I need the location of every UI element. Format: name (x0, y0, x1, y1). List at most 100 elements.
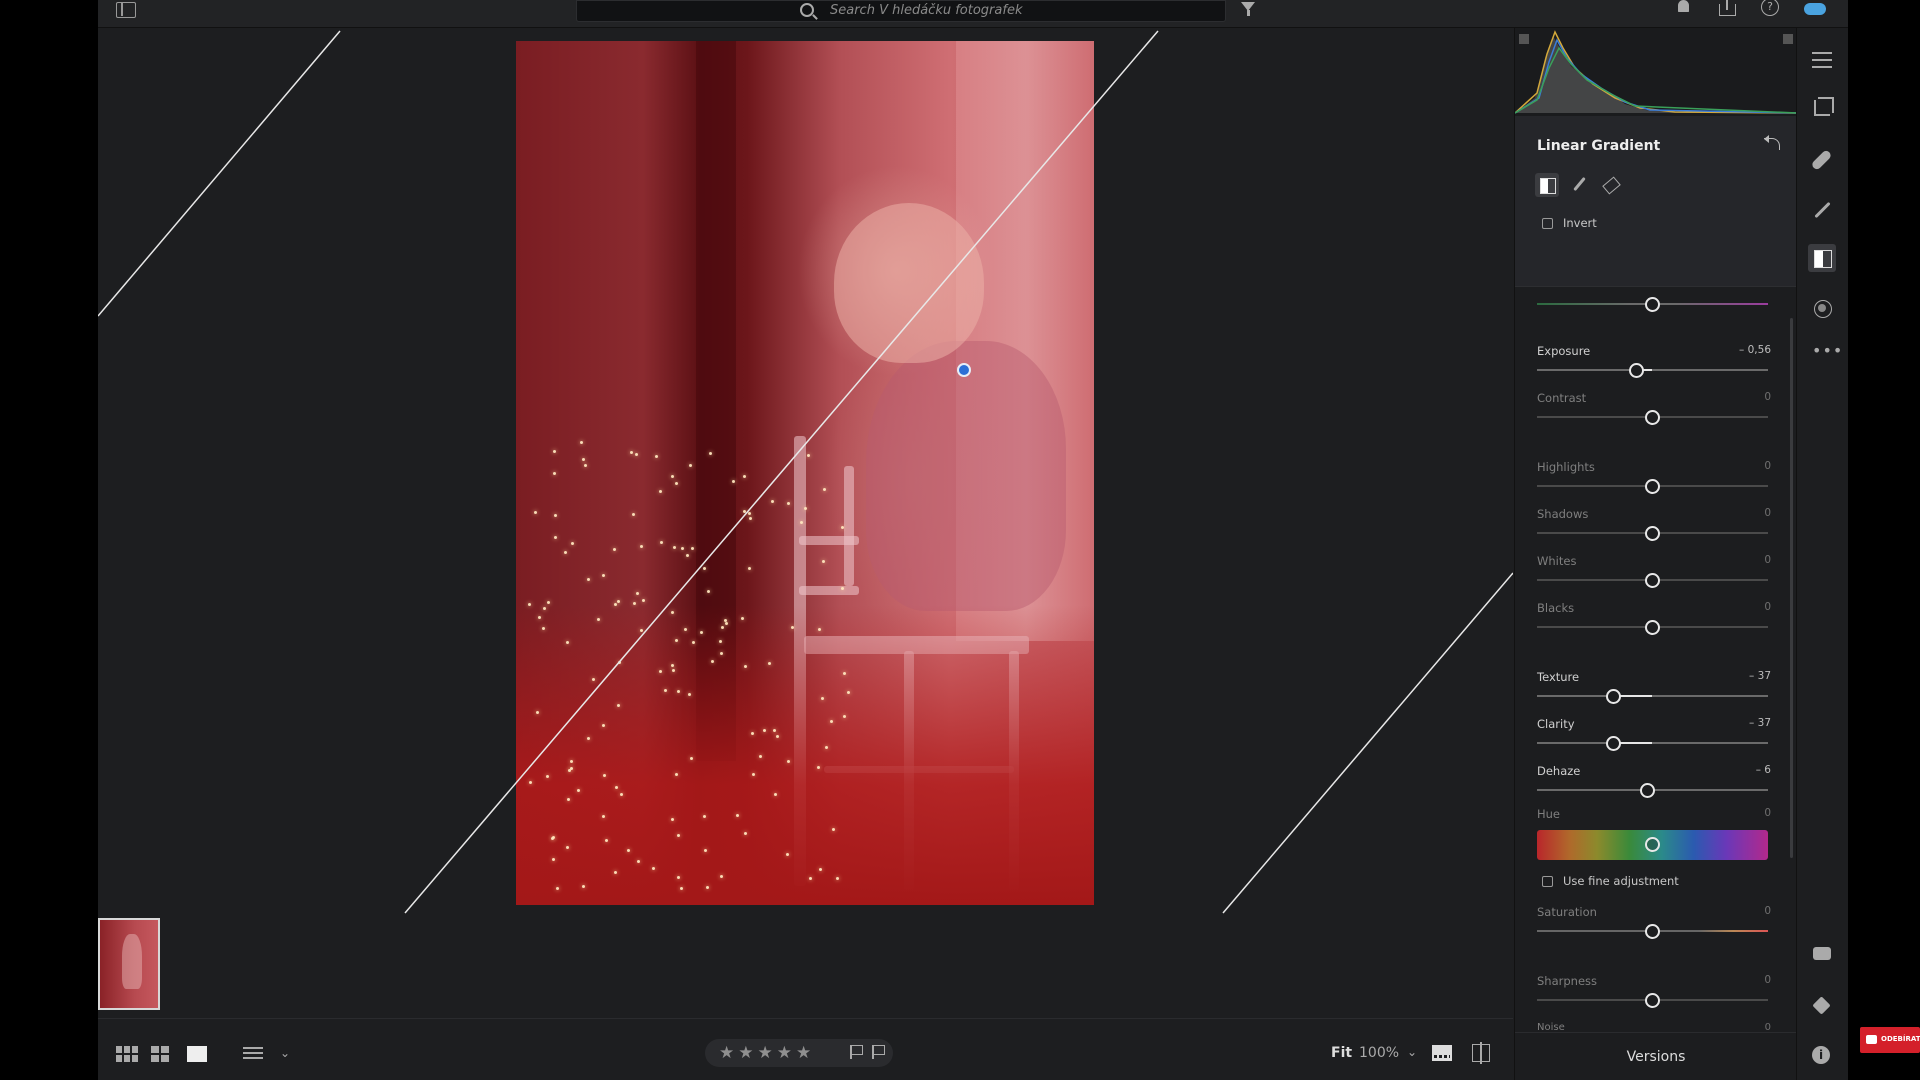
sort-chevron-down-icon[interactable]: ⌄ (280, 1046, 290, 1060)
reset-icon[interactable] (1764, 135, 1780, 150)
info-icon[interactable] (1812, 1046, 1832, 1066)
bell-icon[interactable] (1675, 0, 1693, 16)
amount-slider[interactable] (1537, 296, 1768, 312)
highlight-clipping-toggle[interactable] (1783, 34, 1793, 44)
shadow-clipping-toggle[interactable] (1519, 34, 1529, 44)
clarity-slider[interactable] (1537, 735, 1768, 751)
blacks-slider-thumb[interactable] (1645, 619, 1660, 635)
dehaze-slider-thumb[interactable] (1640, 782, 1656, 798)
texture-slider-thumb[interactable] (1605, 688, 1621, 704)
zoom-percent-button[interactable]: 100% (1359, 1045, 1399, 1061)
light-sparkle (554, 514, 558, 518)
square-grid-view-icon[interactable] (116, 1046, 138, 1062)
search-input[interactable]: Search V hledáčku fotografek (576, 0, 1226, 22)
contrast-slider[interactable] (1537, 409, 1768, 425)
pick-flag-icon[interactable] (850, 1045, 863, 1059)
gradient-tool-icon[interactable] (1535, 173, 1559, 197)
subscribe-button[interactable]: ODEBÍRAT (1860, 1027, 1920, 1053)
before-after-icon[interactable] (1472, 1042, 1490, 1064)
whites-slider-thumb[interactable] (1645, 572, 1660, 588)
crop-icon[interactable] (1812, 97, 1834, 118)
exposure-slider[interactable] (1537, 362, 1768, 378)
linear-gradient-icon[interactable] (1808, 244, 1836, 272)
light-sparkle (750, 732, 754, 736)
light-sparkle (555, 886, 559, 890)
panel-title: Linear Gradient (1537, 138, 1661, 154)
invert-checkbox[interactable] (1542, 218, 1553, 229)
edit-panel: Linear Gradient Invert Exposure – 0,56 Con… (1514, 28, 1798, 1080)
photo-canvas[interactable] (98, 28, 1513, 1018)
light-sparkle (691, 640, 695, 644)
clarity-slider-thumb[interactable] (1605, 735, 1621, 751)
dehaze-label: Dehaze (1537, 764, 1581, 778)
whites-slider[interactable] (1537, 572, 1768, 588)
fine-adjustment-checkbox[interactable] (1542, 876, 1553, 887)
shadows-slider[interactable] (1537, 525, 1768, 541)
saturation-slider-thumb[interactable] (1645, 923, 1660, 939)
brush-icon[interactable] (1812, 200, 1832, 220)
light-sparkle (565, 845, 569, 849)
panel-toggle-icon[interactable] (116, 2, 136, 18)
sharpness-slider[interactable] (1537, 992, 1768, 1008)
clarity-label: Clarity (1537, 717, 1575, 731)
exposure-slider-thumb[interactable] (1628, 362, 1644, 378)
filter-icon[interactable] (1241, 2, 1255, 16)
zoom-chevron-down-icon[interactable]: ⌄ (1407, 1045, 1417, 1059)
shadows-slider-thumb[interactable] (1645, 525, 1660, 541)
photo-grid-view-icon[interactable] (151, 1046, 169, 1062)
star-rating[interactable]: ★★★★★ (719, 1043, 815, 1063)
highlights-label: Highlights (1537, 460, 1595, 474)
light-sparkle (704, 848, 708, 852)
fit-zoom-button[interactable]: Fit (1331, 1045, 1352, 1061)
texture-slider[interactable] (1537, 688, 1768, 704)
filmstrip-thumbnail[interactable] (98, 918, 160, 1010)
light-sparkle (601, 723, 605, 727)
blacks-slider[interactable] (1537, 619, 1768, 635)
dehaze-value: – 6 (1755, 764, 1771, 776)
keyword-tag-icon[interactable] (1812, 996, 1832, 1016)
light-sparkle (749, 516, 753, 520)
share-icon[interactable] (1718, 0, 1736, 16)
light-sparkle (724, 621, 728, 625)
sharpness-slider-thumb[interactable] (1645, 992, 1660, 1008)
light-sparkle (659, 541, 663, 545)
light-sparkle (584, 463, 588, 467)
help-icon[interactable] (1761, 0, 1779, 16)
detail-view-icon[interactable] (187, 1046, 207, 1062)
amount-slider-thumb[interactable] (1645, 296, 1660, 312)
search-placeholder: Search V hledáčku fotografek (830, 3, 1023, 18)
photo-with-mask-overlay[interactable] (516, 41, 1094, 905)
versions-button[interactable]: Versions (1515, 1049, 1797, 1065)
panel-scrollbar[interactable] (1790, 318, 1793, 858)
hue-slider[interactable] (1537, 830, 1768, 860)
bottom-bar: ⌄ ★★★★★ Fit 100% ⌄ (98, 1018, 1513, 1080)
saturation-slider[interactable] (1537, 923, 1768, 939)
brush-tool-icon[interactable] (1567, 173, 1591, 197)
light-sparkle (547, 601, 551, 605)
video-letterbox (1848, 0, 1920, 1080)
sort-icon[interactable] (243, 1046, 263, 1062)
light-sparkle (818, 867, 822, 871)
highlights-value: 0 (1764, 460, 1771, 472)
dehaze-slider[interactable] (1537, 782, 1768, 798)
hue-slider-thumb[interactable] (1645, 837, 1660, 852)
shadows-label: Shadows (1537, 507, 1589, 521)
highlights-slider-thumb[interactable] (1645, 478, 1660, 494)
highlights-slider[interactable] (1537, 478, 1768, 494)
reject-flag-icon[interactable] (872, 1045, 885, 1059)
eraser-tool-icon[interactable] (1599, 173, 1623, 197)
healing-icon[interactable] (1812, 150, 1832, 170)
radial-gradient-icon[interactable] (1812, 298, 1832, 318)
edit-sliders-icon[interactable] (1812, 50, 1832, 70)
texture-value: – 37 (1749, 670, 1771, 682)
more-options-icon[interactable]: ••• (1812, 341, 1842, 361)
cloud-sync-icon[interactable] (1804, 0, 1830, 16)
filmstrip-toggle-icon[interactable] (1432, 1045, 1452, 1061)
versions-bar: Versions (1515, 1032, 1797, 1080)
light-sparkle (545, 774, 549, 778)
clarity-value: – 37 (1749, 717, 1771, 729)
light-sparkle (683, 627, 687, 631)
gradient-pin-handle[interactable] (957, 363, 971, 377)
comment-icon[interactable] (1812, 945, 1832, 965)
contrast-slider-thumb[interactable] (1645, 409, 1660, 425)
